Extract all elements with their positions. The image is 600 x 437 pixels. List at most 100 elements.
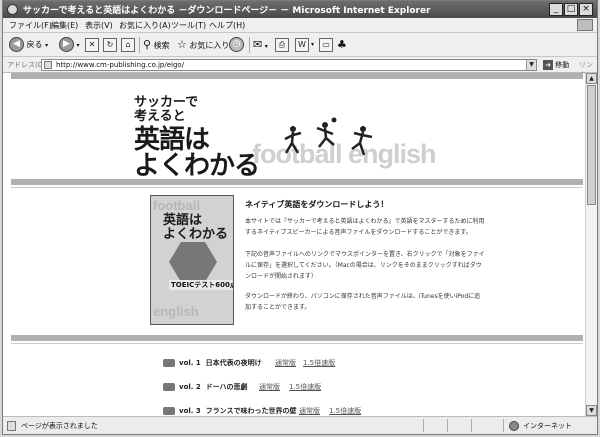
book-hexagon-graphic — [169, 242, 217, 282]
menu-favorites[interactable]: お気に入り(A) — [119, 20, 171, 31]
back-button[interactable]: ◀ 戻る ▾ — [9, 37, 48, 53]
menu-tools[interactable]: ツール(T) — [171, 20, 206, 31]
intro-paragraph-3: ダウンロードが終わり、パソコンに保存された音声ファイルは、iTunesを使いiP… — [245, 293, 481, 311]
stop-button[interactable]: ✕ — [85, 38, 99, 52]
page-viewport: サッカーで 考えると 英語は よくわかる football english fo… — [3, 73, 597, 416]
messenger-button[interactable]: ♣ — [337, 37, 347, 53]
scroll-up-icon[interactable]: ▲ — [586, 73, 597, 84]
history-button[interactable]: ◷ — [229, 37, 244, 53]
web-page: サッカーで 考えると 英語は よくわかる football english fo… — [11, 73, 583, 416]
download-volume: vol. 2 ドーハの悲劇 — [179, 383, 248, 391]
home-button[interactable]: ⌂ — [121, 38, 135, 52]
menu-bar: ファイル(F) 編集(E) 表示(V) お気に入り(A) ツール(T) ヘルプ(… — [3, 18, 597, 33]
audio-icon — [163, 359, 175, 367]
history-icon: ◷ — [229, 37, 244, 52]
windows-flag-icon — [577, 19, 593, 31]
address-dropdown-icon[interactable]: ▼ — [526, 60, 536, 70]
vertical-scrollbar[interactable]: ▲ ▼ — [585, 73, 597, 416]
scrollbar-thumb[interactable] — [587, 85, 596, 205]
favorites-label: お気に入り — [189, 41, 230, 50]
toolbar-separator — [249, 37, 250, 53]
scroll-down-icon[interactable]: ▼ — [586, 405, 597, 416]
site-logo: サッカーで 考えると 英語は よくわかる football english — [134, 91, 464, 181]
book-cover-image: football 英語は よくわかる TOEICテスト600点 english — [150, 195, 234, 325]
intro-heading: ネイティブ英語をダウンロードしよう！ — [245, 200, 389, 209]
printer-icon: ⎙ — [278, 40, 286, 49]
word-icon: W — [298, 40, 306, 49]
section-divider-line — [11, 343, 583, 344]
menu-edit[interactable]: 編集(E) — [51, 20, 78, 31]
book-title-line-1: 英語は — [163, 213, 203, 228]
back-dropdown-icon[interactable]: ▾ — [45, 42, 48, 49]
print-button[interactable]: ⎙ — [275, 38, 289, 52]
book-band-text: TOEICテスト600点 — [169, 280, 233, 290]
audio-icon — [163, 407, 175, 415]
internet-zone-globe-icon — [509, 421, 519, 431]
audio-icon — [163, 383, 175, 391]
maximize-button[interactable]: □ — [564, 3, 578, 16]
forward-arrow-icon: ▶ — [59, 37, 74, 52]
refresh-button[interactable]: ↻ — [103, 38, 117, 52]
banner-divider-line — [11, 187, 583, 188]
menu-file[interactable]: ファイル(F) — [9, 20, 52, 31]
download-volume: vol. 3 フランスで味わった世界の壁 — [179, 407, 297, 415]
stop-icon: ✕ — [88, 40, 96, 49]
toolbar-separator — [139, 37, 140, 53]
search-button[interactable]: ⚲ 検索 — [143, 37, 170, 53]
book-title-line-2: よくわかる — [163, 227, 229, 242]
back-label: 戻る — [26, 40, 43, 49]
search-label: 検索 — [153, 41, 170, 50]
ie-logo-icon — [7, 4, 18, 15]
messenger-icon: ♣ — [337, 38, 347, 51]
minimize-button[interactable]: _ — [549, 3, 563, 16]
mail-icon: ✉ — [253, 38, 263, 51]
page-icon — [44, 61, 52, 69]
book-bg-text-top: football — [153, 198, 200, 213]
title-bar: サッカーで考えると英語はよくわかる －ダウンロードページ－ － Microsof… — [3, 1, 597, 18]
menu-view[interactable]: 表示(V) — [85, 20, 113, 31]
status-separator — [503, 419, 504, 432]
close-button[interactable]: × — [579, 3, 593, 16]
refresh-icon: ↻ — [106, 40, 114, 49]
address-input[interactable]: http://www.cm-publishing.co.jp/eigo/ ▼ — [41, 59, 537, 71]
search-icon: ⚲ — [143, 38, 152, 51]
intro-paragraph-2: 下記の音声ファイルへのリンクでマウスポインターを置き、右クリックで「対象をファイ… — [245, 251, 485, 280]
address-url: http://www.cm-publishing.co.jp/eigo/ — [56, 61, 185, 69]
banner-divider-band — [11, 179, 583, 185]
status-separator — [471, 419, 472, 432]
download-link-fast[interactable]: 1.5倍速版 — [303, 356, 335, 370]
zone-label: インターネット — [523, 422, 572, 430]
back-arrow-icon: ◀ — [9, 37, 24, 52]
mail-button[interactable]: ✉ ▾ — [253, 37, 268, 53]
logo-line-4: よくわかる — [134, 151, 260, 181]
favorites-button[interactable]: ☆ お気に入り — [177, 37, 229, 53]
book-bg-text-bottom: english — [153, 304, 199, 319]
page-done-icon — [7, 421, 16, 431]
download-volume: vol. 1 日本代表の夜明け — [179, 359, 262, 367]
address-bar: アドレス(D) http://www.cm-publishing.co.jp/e… — [3, 57, 597, 79]
download-link-normal[interactable]: 通常版 — [259, 380, 280, 394]
download-link-fast[interactable]: 1.5倍速版 — [329, 404, 361, 416]
edit-dropdown-icon[interactable]: ▾ — [311, 37, 314, 53]
download-link-normal[interactable]: 通常版 — [299, 404, 320, 416]
download-link-normal[interactable]: 通常版 — [275, 356, 296, 370]
mail-dropdown-icon[interactable]: ▾ — [265, 43, 268, 50]
go-arrow-icon: ➜ — [543, 60, 553, 70]
home-icon: ⌂ — [125, 40, 131, 49]
browser-window: サッカーで考えると英語はよくわかる －ダウンロードページ－ － Microsof… — [2, 0, 598, 435]
forward-dropdown-icon[interactable]: ▾ — [77, 42, 80, 49]
toolbar: ◀ 戻る ▾ ▶ ▾ ✕ ↻ ⌂ ⚲ 検索 ☆ お気に入り ◷ ✉ ▾ ⎙ W … — [3, 33, 597, 57]
status-separator — [447, 419, 448, 432]
status-separator — [423, 419, 424, 432]
edit-button[interactable]: W — [295, 38, 309, 52]
menu-help[interactable]: ヘルプ(H) — [209, 20, 245, 31]
status-text: ページが表示されました — [21, 422, 98, 430]
soccer-player-icon — [316, 117, 337, 148]
download-link-fast[interactable]: 1.5倍速版 — [289, 380, 321, 394]
forward-button[interactable]: ▶ ▾ — [59, 37, 80, 53]
go-button[interactable]: ➜ 移動 — [543, 59, 569, 71]
discuss-button[interactable]: ▭ — [319, 38, 333, 52]
window-title: サッカーで考えると英語はよくわかる －ダウンロードページ－ － Microsof… — [23, 6, 431, 16]
soccer-player-icon — [351, 126, 373, 156]
intro-paragraph-1: 本サイトでは『サッカーで考えると英語はよくわかる』で英語をマスターするために利用… — [245, 218, 485, 236]
